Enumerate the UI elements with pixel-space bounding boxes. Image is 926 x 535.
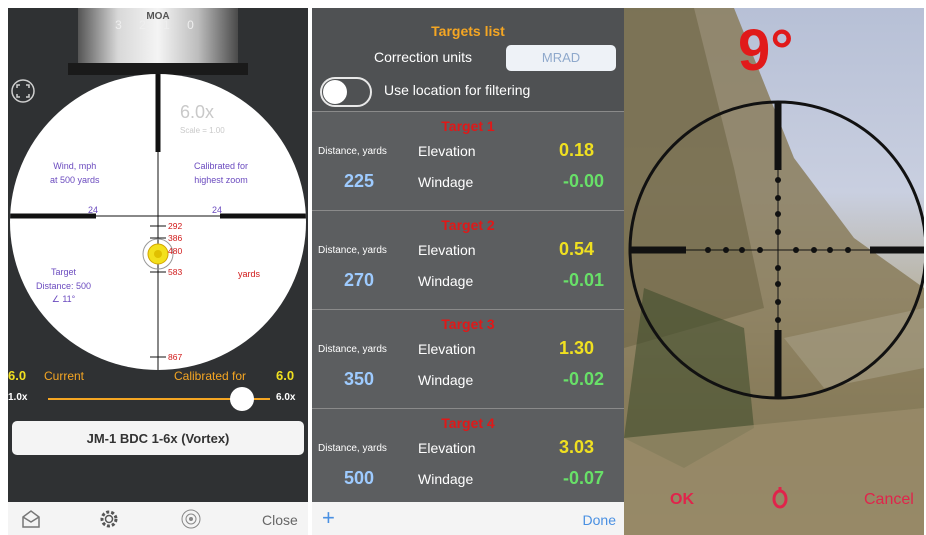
target-card[interactable]: Target 3 Distance, yards Elevation 1.30 …	[312, 309, 624, 408]
zoom-slider-thumb[interactable]	[230, 387, 254, 411]
windage-value: -0.07	[562, 468, 604, 488]
correction-units-label: Correction units	[374, 49, 473, 65]
current-zoom-label: Current	[44, 369, 85, 383]
windage-label: Windage	[418, 273, 474, 289]
cancel-button[interactable]: Cancel	[864, 491, 914, 509]
wind-label: Wind, mph at 500 yards	[50, 161, 100, 185]
elevation-value: 1.30	[558, 338, 594, 358]
holdover-mark: 583	[168, 267, 183, 277]
elevation-label: Elevation	[418, 242, 476, 258]
add-target-button[interactable]: +	[322, 505, 335, 531]
target-title: Target 3	[441, 316, 495, 332]
ok-button[interactable]: OK	[670, 491, 694, 509]
left-toolbar: Close	[8, 502, 308, 535]
windage-label: Windage	[418, 471, 474, 487]
target-info: Target Distance: 500 ∠ 11°	[36, 267, 92, 304]
yards-label: yards	[238, 269, 261, 279]
target-icon[interactable]	[180, 508, 202, 530]
inclination-angle: 9°	[738, 18, 794, 83]
use-location-toggle[interactable]	[320, 77, 372, 107]
turret-numbers: 3 2 1 0	[115, 18, 201, 32]
correction-units-button[interactable]: MRAD	[506, 45, 616, 71]
elevation-turret[interactable]: MOA 3 2 1 0	[78, 8, 238, 66]
reticle-select-button[interactable]: JM-1 BDC 1-6x (Vortex)	[12, 421, 304, 455]
holdover-mark: 292	[168, 221, 183, 231]
targets-title: Targets list	[431, 23, 505, 39]
target-title: Target 2	[441, 217, 495, 233]
calibrated-zoom-label: Calibrated for	[174, 369, 247, 383]
windage-label: Windage	[418, 174, 474, 190]
share-icon[interactable]	[20, 508, 42, 530]
distance-value: 225	[344, 171, 375, 191]
elevation-value: 0.54	[558, 239, 594, 259]
target-title: Target 4	[441, 415, 495, 431]
holdover-mark: 480	[168, 246, 183, 256]
zoom-display: 6.0x	[180, 102, 215, 122]
close-button[interactable]: Close	[262, 512, 298, 528]
windage-label: Windage	[418, 372, 474, 388]
elevation-label: Elevation	[418, 440, 476, 456]
use-location-label: Use location for filtering	[384, 82, 531, 98]
distance-value: 350	[344, 369, 375, 389]
reticle-view[interactable]: 6.0x Scale = 1.00 Wind, mph at 500 yards…	[10, 74, 306, 370]
reticle-panel: MOA 3 2 1 0 6.0x Scale = 1.00 Wind, mph …	[8, 8, 308, 502]
target-card[interactable]: Target 1 Distance, yards Elevation 0.18 …	[312, 111, 624, 210]
hillside-background	[624, 8, 924, 535]
windage-value: -0.01	[562, 270, 604, 290]
wind-left-value: 24	[88, 205, 99, 215]
calibrated-label: Calibrated for highest zoom	[194, 161, 249, 185]
done-button[interactable]: Done	[583, 512, 616, 528]
distance-label: Distance, yards	[318, 344, 387, 355]
windage-value: -0.02	[562, 369, 604, 389]
gear-icon[interactable]	[98, 508, 120, 530]
zoom-slider-labels: 6.0 Current Calibrated for 6.0	[8, 368, 308, 386]
inclinometer-camera-view: 9° OK Cancel	[624, 8, 924, 535]
reset-zero-icon[interactable]	[770, 486, 790, 510]
wind-right-value: 24	[212, 205, 223, 215]
toggle-knob	[323, 80, 347, 104]
current-zoom-value: 6.0	[8, 368, 27, 383]
scale-text: Scale = 1.00	[180, 126, 225, 135]
calibrated-zoom-value: 6.0	[276, 368, 295, 383]
elevation-label: Elevation	[418, 143, 476, 159]
reticle-lines	[10, 74, 306, 370]
targets-header: Targets list Correction units MRAD Use l…	[312, 8, 624, 111]
holdover-mark: 867	[168, 352, 183, 362]
distance-value: 500	[344, 468, 375, 488]
distance-value: 270	[344, 270, 375, 290]
holdover-mark: 386	[168, 233, 183, 243]
elevation-value: 0.18	[558, 140, 594, 160]
windage-value: -0.00	[562, 171, 604, 191]
zoom-max-label: 6.0x	[276, 392, 296, 403]
elevation-value: 3.03	[558, 437, 594, 457]
distance-label: Distance, yards	[318, 443, 387, 454]
target-card[interactable]: Target 2 Distance, yards Elevation 0.54 …	[312, 210, 624, 309]
elevation-label: Elevation	[418, 341, 476, 357]
target-card[interactable]: Target 4 Distance, yards Elevation 3.03 …	[312, 408, 624, 502]
zoom-min-label: 1.0x	[8, 392, 28, 403]
targets-toolbar: + Done	[312, 502, 624, 535]
fullscreen-icon[interactable]	[10, 78, 36, 104]
distance-label: Distance, yards	[318, 245, 387, 256]
distance-label: Distance, yards	[318, 146, 387, 157]
target-title: Target 1	[441, 118, 495, 134]
targets-panel: Targets list Correction units MRAD Use l…	[312, 8, 624, 502]
